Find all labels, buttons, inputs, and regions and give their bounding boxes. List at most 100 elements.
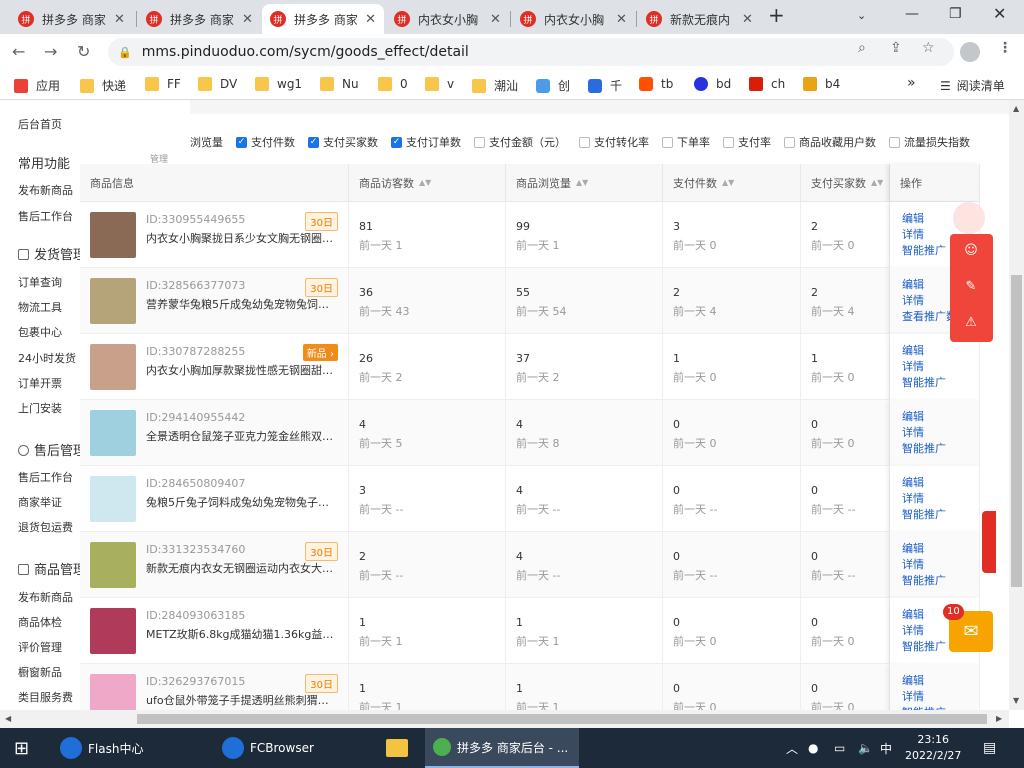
product-thumbnail[interactable] <box>90 674 136 710</box>
bookmark-apps[interactable]: 应用 <box>14 77 60 94</box>
bookmark-star-icon[interactable]: ☆ <box>922 40 935 56</box>
bookmark-folder[interactable]: FF <box>145 77 181 91</box>
edit-link[interactable]: 编辑 <box>902 474 924 490</box>
file-explorer-icon[interactable] <box>386 728 408 768</box>
bookmark-folder[interactable]: wg1 <box>255 77 302 91</box>
edit-link[interactable]: 编辑 <box>902 606 924 622</box>
close-icon[interactable]: ✕ <box>242 12 253 27</box>
horizontal-scrollbar[interactable]: ◀ ▶ <box>0 710 1009 728</box>
product-thumbnail[interactable] <box>90 278 136 324</box>
bookmark-link[interactable]: 千 <box>588 77 622 94</box>
sidebar-item[interactable]: 物流工具 <box>18 299 62 315</box>
product-name[interactable]: 内衣女小胸聚拢日系少女文胸无钢圈收... <box>146 230 338 246</box>
detail-link[interactable]: 详情 <box>902 226 924 242</box>
sidebar-item[interactable]: 发布新商品 <box>18 182 73 198</box>
product-name[interactable]: 营养蒙华兔粮5斤成兔幼兔宠物兔饲料... <box>146 296 338 312</box>
scroll-up-arrow-icon[interactable]: ▲ <box>1013 104 1019 113</box>
close-icon[interactable]: ✕ <box>742 12 753 27</box>
edit-link[interactable]: 编辑 <box>902 672 924 688</box>
product-thumbnail[interactable] <box>90 344 136 390</box>
sidebar-item[interactable]: 上门安装 <box>18 400 62 416</box>
product-thumbnail[interactable] <box>90 542 136 588</box>
bookmark-link[interactable]: bd <box>694 77 731 91</box>
taskbar-item-active[interactable]: 拼多多 商家后台 - ... <box>425 728 579 768</box>
promotion-link[interactable]: 智能推广 <box>902 506 946 522</box>
promotion-link[interactable]: 智能推广 <box>902 638 946 654</box>
close-icon[interactable]: ✕ <box>114 12 125 27</box>
edit-link[interactable]: 编辑 <box>902 276 924 292</box>
reload-icon[interactable]: ↻ <box>77 42 90 61</box>
product-name[interactable]: 内衣女小胸加厚款聚拢性感无钢圈甜美... <box>146 362 338 378</box>
share-icon[interactable]: ⇪ <box>890 40 902 56</box>
column-header-views[interactable]: 商品浏览量 ▲▼ <box>506 164 663 202</box>
tab-search-chevron-icon[interactable]: ⌄ <box>857 9 866 22</box>
browser-tab[interactable]: 拼 内衣女小胸 ✕ <box>512 4 636 34</box>
scroll-down-arrow-icon[interactable]: ▼ <box>1013 696 1019 705</box>
browser-tab[interactable]: 拼 拼多多 商家 ✕ <box>138 4 262 34</box>
sidebar-item[interactable]: 包裹中心 <box>18 324 62 340</box>
side-promo-tab[interactable] <box>982 511 996 573</box>
bookmark-folder[interactable]: 潮汕 <box>472 77 518 94</box>
sort-icon[interactable]: ▲▼ <box>576 178 588 187</box>
filter-checkbox[interactable]: ✓ 支付买家数 <box>308 134 378 150</box>
horizontal-scroll-thumb[interactable] <box>137 714 987 724</box>
edit-link[interactable]: 编辑 <box>902 342 924 358</box>
detail-link[interactable]: 详情 <box>902 424 924 440</box>
zoom-search-icon[interactable]: ⌕ <box>858 40 866 56</box>
bookmark-link[interactable]: tb <box>639 77 673 91</box>
sort-icon[interactable]: ▲▼ <box>871 178 883 187</box>
network-icon[interactable]: ▭ <box>834 728 845 768</box>
sidebar-item[interactable]: 24小时发货 <box>18 350 76 366</box>
chat-icon[interactable]: ☺ <box>962 242 980 260</box>
product-thumbnail[interactable] <box>90 212 136 258</box>
promotion-link[interactable]: 智能推广 <box>902 572 946 588</box>
bookmark-folder[interactable]: 快递 <box>80 77 126 94</box>
sort-icon[interactable]: ▲▼ <box>419 178 431 187</box>
product-thumbnail[interactable] <box>90 608 136 654</box>
product-name[interactable]: 全景透明仓鼠笼子亚克力笼金丝熊双层... <box>146 428 338 444</box>
product-thumbnail[interactable] <box>90 410 136 456</box>
reading-list[interactable]: ☰ 阅读清单 <box>940 77 1005 94</box>
bookmark-folder[interactable]: 0 <box>378 77 408 91</box>
detail-link[interactable]: 详情 <box>902 490 924 506</box>
scroll-left-arrow-icon[interactable]: ◀ <box>5 714 11 723</box>
notification-icon[interactable]: ▤ <box>983 728 996 768</box>
vertical-scroll-thumb[interactable] <box>1011 275 1022 587</box>
browser-tab-active[interactable]: 拼 拼多多 商家 ✕ <box>262 4 384 34</box>
detail-link[interactable]: 详情 <box>902 688 924 704</box>
sidebar-item[interactable]: 评价管理 <box>18 639 62 655</box>
bookmark-folder[interactable]: v <box>425 77 454 91</box>
browser-tab[interactable]: 拼 内衣女小胸 ✕ <box>386 4 510 34</box>
filter-checkbox[interactable]: 支付转化率 <box>579 134 649 150</box>
bookmark-folder[interactable]: Nu <box>320 77 359 91</box>
system-clock[interactable]: 23:16 2022/2/27 <box>905 728 961 768</box>
filter-checkbox[interactable]: 支付率 <box>723 134 771 150</box>
sidebar-item[interactable]: 商品体检 <box>18 614 62 630</box>
windows-start-icon[interactable]: ⊞ <box>14 728 29 768</box>
sidebar-item[interactable]: 售后工作台 <box>18 208 73 224</box>
promotion-link[interactable]: 智能推广 <box>902 440 946 456</box>
sidebar-item[interactable]: 商家举证 <box>18 494 62 510</box>
sidebar-item[interactable]: 售后工作台 <box>18 469 73 485</box>
bookmark-folder[interactable]: DV <box>198 77 237 91</box>
column-header-paid-items[interactable]: 支付件数 ▲▼ <box>663 164 801 202</box>
sidebar-item[interactable]: 发布新商品 <box>18 589 73 605</box>
volume-icon[interactable]: 🔈 <box>858 728 873 768</box>
product-name[interactable]: 兔粮5斤兔子饲料成兔幼兔宠物兔子活... <box>146 494 338 510</box>
new-tab-plus-icon[interactable]: + <box>768 3 785 27</box>
taskbar-item[interactable]: FCBrowser <box>222 728 314 768</box>
taskbar-item[interactable]: Flash中心 <box>60 728 143 768</box>
bookmark-link[interactable]: 创 <box>536 77 570 94</box>
new-product-badge[interactable]: 新品 › <box>302 344 338 361</box>
promotion-link[interactable]: 智能推广 <box>902 242 946 258</box>
ime-indicator[interactable]: 中 <box>880 728 892 768</box>
bookmarks-overflow[interactable]: » <box>907 75 916 91</box>
detail-link[interactable]: 详情 <box>902 622 924 638</box>
close-icon[interactable]: ✕ <box>490 12 501 27</box>
vertical-scrollbar[interactable]: ▲ ▼ <box>1009 100 1024 710</box>
detail-link[interactable]: 详情 <box>902 556 924 572</box>
menu-kebab-icon[interactable]: ⋮ <box>998 40 1012 56</box>
sidebar-item[interactable]: 订单查询 <box>18 274 62 290</box>
product-name[interactable]: 新款无痕内衣女无钢圈运动内衣女大胸... <box>146 560 338 576</box>
minimize-icon[interactable]: — <box>905 6 919 22</box>
